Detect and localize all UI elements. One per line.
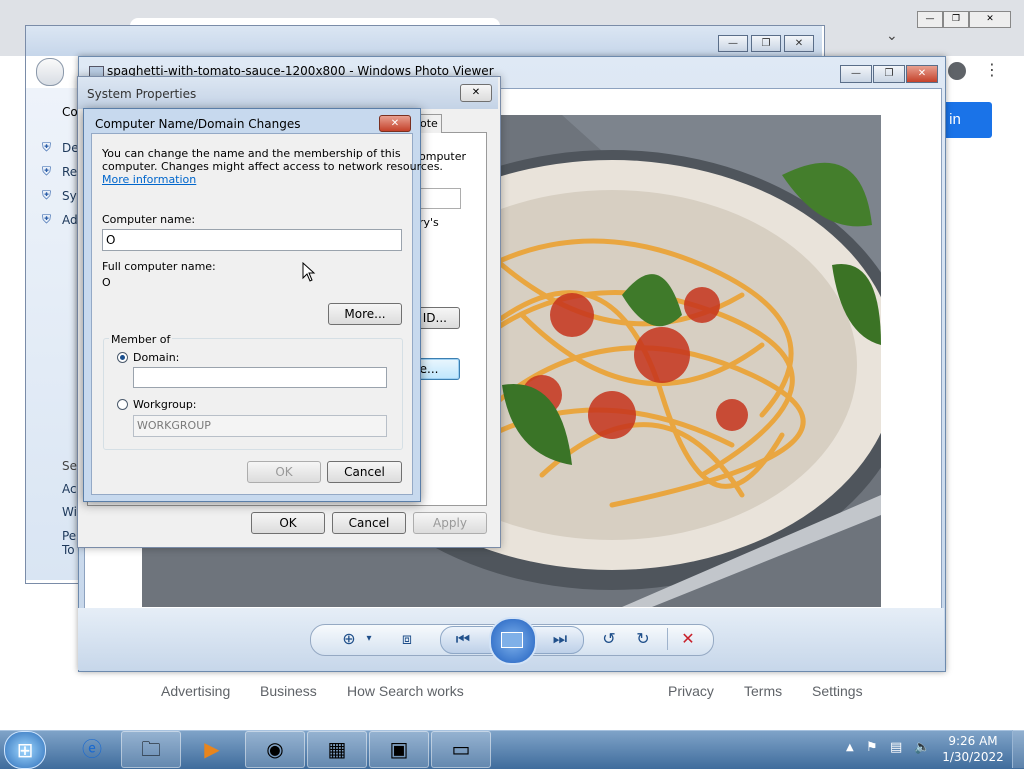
cp-header-fragment: Co <box>62 105 78 119</box>
network-icon[interactable]: ▤ <box>890 740 902 755</box>
computer-name-input[interactable]: O <box>102 229 402 251</box>
actual-size-icon[interactable]: ⧈ <box>396 630 418 648</box>
footer-link-how-search-works[interactable]: How Search works <box>347 683 464 699</box>
profile-icon[interactable] <box>948 62 966 80</box>
footer-link-advertising[interactable]: Advertising <box>161 683 230 699</box>
browser-close-button[interactable]: ✕ <box>969 11 1011 28</box>
chrome-icon[interactable]: ◉ <box>245 731 305 768</box>
dialog-description-line2: computer. Changes might affect access to… <box>102 160 443 173</box>
start-button[interactable]: ⊞ <box>4 731 46 769</box>
cp-side-item-2[interactable]: Re <box>62 165 77 179</box>
uac-shield-icon: ⛨ <box>41 212 51 226</box>
full-computer-name-value: O <box>102 276 111 289</box>
rotate-counterclockwise-icon[interactable]: ↺ <box>598 630 620 648</box>
cp-maximize-button[interactable]: ❐ <box>751 35 781 52</box>
next-icon[interactable]: ⏭ <box>549 630 571 648</box>
cp-close-button[interactable]: ✕ <box>784 35 814 52</box>
browser-maximize-button[interactable]: ❐ <box>943 11 969 28</box>
internet-explorer-icon[interactable]: ⓔ <box>62 731 122 768</box>
sp-description-field[interactable] <box>419 188 461 209</box>
tab-search-chevron-icon[interactable]: ⌄ <box>886 28 898 44</box>
workgroup-label: Workgroup: <box>133 398 197 411</box>
cp-see-item-3[interactable]: Pe <box>62 529 76 543</box>
computer-name-label: Computer name: <box>102 213 196 226</box>
browser-minimize-button[interactable]: — <box>917 11 943 28</box>
cp-see-item-4[interactable]: To <box>62 543 75 557</box>
workgroup-radio[interactable] <box>117 399 128 410</box>
cp-minimize-button[interactable]: — <box>718 35 748 52</box>
zoom-icon[interactable]: ⊕ <box>338 630 360 648</box>
clock-date[interactable]: 1/30/2022 <box>942 750 1004 764</box>
sp-text-fragment-2: ry's <box>419 216 439 229</box>
rotate-clockwise-icon[interactable]: ↻ <box>632 630 654 648</box>
cp-see-also: Se <box>62 459 77 473</box>
full-computer-name-label: Full computer name: <box>102 260 216 273</box>
dialog-cancel-button[interactable]: Cancel <box>327 461 402 483</box>
dialog-description-line1: You can change the name and the membersh… <box>102 147 401 160</box>
slideshow-icon <box>501 632 523 648</box>
pv-minimize-button[interactable]: — <box>840 65 872 83</box>
file-explorer-icon[interactable]: 🗀 <box>121 731 181 768</box>
footer-link-privacy[interactable]: Privacy <box>668 683 714 699</box>
dialog-title: Computer Name/Domain Changes <box>95 117 301 131</box>
control-panel-titlebar <box>26 26 822 56</box>
clock-time[interactable]: 9:26 AM <box>942 734 1004 748</box>
sp-ok-button[interactable]: OK <box>251 512 325 534</box>
sign-in-label: in <box>949 111 961 128</box>
footer-link-terms[interactable]: Terms <box>744 683 782 699</box>
sp-close-button[interactable]: ✕ <box>460 84 492 102</box>
sp-apply-button[interactable]: Apply <box>413 512 487 534</box>
kebab-menu-icon[interactable]: ⋮ <box>984 60 1000 79</box>
footer-link-business[interactable]: Business <box>260 683 317 699</box>
footer-link-settings[interactable]: Settings <box>812 683 863 699</box>
dialog-ok-button[interactable]: OK <box>247 461 321 483</box>
cp-see-item-2[interactable]: Wi <box>62 505 77 519</box>
more-information-link[interactable]: More information <box>102 173 196 186</box>
back-nav-icon[interactable] <box>36 58 64 86</box>
toolbar-divider <box>667 628 668 650</box>
system-properties-title: System Properties <box>87 87 197 101</box>
windows-logo-icon: ⊞ <box>16 738 34 762</box>
zoom-dropdown-chevron-icon[interactable]: ▾ <box>358 630 380 648</box>
cp-side-item-3[interactable]: Sy <box>62 189 77 203</box>
action-center-flag-icon[interactable]: ⚑ <box>866 740 878 755</box>
uac-shield-icon: ⛨ <box>41 140 51 154</box>
more-button[interactable]: More... <box>328 303 402 325</box>
uac-shield-icon: ⛨ <box>41 164 51 178</box>
pv-close-button[interactable]: ✕ <box>906 65 938 83</box>
delete-icon[interactable]: ✕ <box>677 630 699 648</box>
media-player-icon[interactable]: ▶ <box>182 731 242 768</box>
domain-radio[interactable] <box>117 352 128 363</box>
workgroup-input[interactable]: WORKGROUP <box>133 415 387 437</box>
system-properties-icon[interactable]: ▣ <box>369 731 429 768</box>
domain-input[interactable] <box>133 367 387 388</box>
domain-label: Domain: <box>133 351 180 364</box>
photo-viewer-icon[interactable]: ▭ <box>431 731 491 768</box>
member-of-label: Member of <box>109 333 173 346</box>
cp-see-item-1[interactable]: Ac <box>62 482 77 496</box>
dialog-close-button[interactable]: ✕ <box>379 115 411 132</box>
sp-cancel-button[interactable]: Cancel <box>332 512 406 534</box>
show-desktop-button[interactable] <box>1012 730 1024 768</box>
uac-shield-icon: ⛨ <box>41 188 51 202</box>
show-hidden-icons-chevron-icon[interactable]: ▲ <box>846 742 854 753</box>
control-panel-icon[interactable]: ▦ <box>307 731 367 768</box>
volume-muted-icon[interactable]: 🔈 <box>914 740 930 755</box>
previous-icon[interactable]: ⏮ <box>452 630 474 648</box>
pv-maximize-button[interactable]: ❐ <box>873 65 905 83</box>
cp-side-item-4[interactable]: Ad <box>62 213 78 227</box>
mouse-cursor-icon <box>302 262 316 282</box>
